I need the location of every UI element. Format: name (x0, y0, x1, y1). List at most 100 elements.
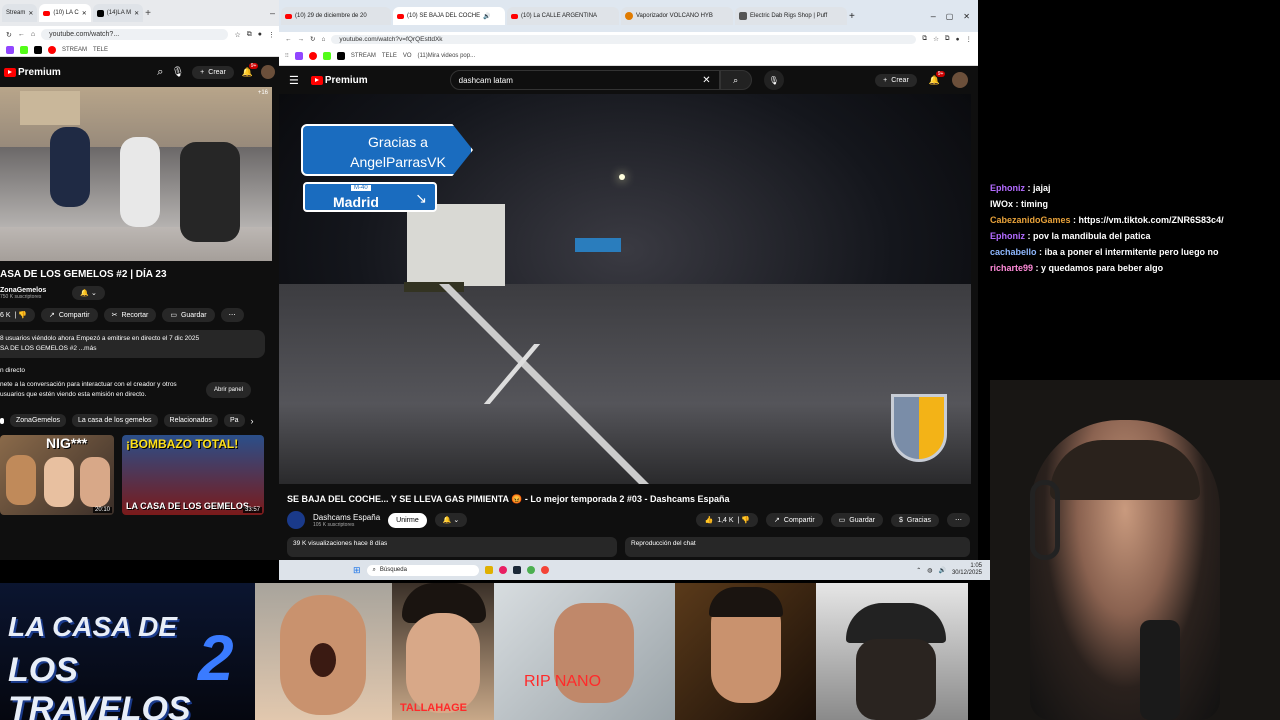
home-icon[interactable]: ⌂ (31, 31, 35, 38)
back-icon[interactable]: ← (18, 31, 25, 38)
volume-icon[interactable]: 🔊 (938, 567, 945, 574)
save-button[interactable]: ▭ Guardar (830, 513, 883, 527)
new-tab-icon[interactable]: + (849, 11, 855, 22)
home-icon[interactable]: ⌂ (321, 36, 325, 43)
chip-relacionados[interactable]: Relacionados (163, 414, 218, 427)
hamburger-icon[interactable]: ☰ (289, 74, 299, 87)
extensions-icon[interactable]: ⧉ (247, 31, 252, 39)
youtube-icon[interactable] (48, 45, 56, 54)
right-tab-3[interactable]: Vaporizador VOLCANO HYB (621, 7, 733, 25)
minimize-icon[interactable]: – (270, 8, 279, 18)
taskbar-search[interactable]: ⌕ Búsqueda (366, 564, 479, 576)
reload-icon[interactable]: ↻ (6, 31, 12, 39)
description-more[interactable]: SA DE LOS GEMELOS #2 ...más (0, 344, 265, 354)
new-tab-icon[interactable]: + (145, 8, 151, 19)
view-count[interactable]: 39 K visualizaciones hace 8 días (287, 537, 617, 557)
menu-icon[interactable]: ⋮ (966, 35, 979, 43)
close-icon[interactable]: ✕ (134, 10, 139, 17)
description-box[interactable]: 8 usuarios viéndolo ahora Empezó a emiti… (0, 330, 265, 358)
chevron-right-icon[interactable]: › (251, 416, 254, 426)
chevron-up-icon[interactable]: ⌃ (916, 567, 921, 574)
bookmark-folder-vo[interactable]: VO (403, 53, 412, 59)
create-button[interactable]: + Crear (192, 65, 234, 79)
left-tab-1[interactable]: (10) LA C ✕ (39, 4, 91, 22)
related-thumb[interactable]: NIG*** 20:10 (0, 435, 114, 515)
clip-button[interactable]: ✂ Recortar (103, 308, 157, 322)
tiktok-icon[interactable] (34, 45, 42, 54)
chip-la-casa[interactable]: La casa de los gemelos (71, 414, 158, 427)
right-tab-0[interactable]: (10) 29 de diciembre de 20 (281, 7, 391, 25)
profile-icon[interactable]: ● (956, 36, 960, 43)
left-tab-2[interactable]: (14)LA M ✕ (92, 4, 144, 22)
twitch-icon[interactable] (294, 51, 303, 60)
like-button[interactable]: 6 K | 👎 (0, 308, 35, 322)
star-icon[interactable]: ☆ (234, 31, 240, 39)
menu-icon[interactable]: ⋮ (268, 31, 279, 39)
twitch-icon[interactable] (6, 45, 14, 54)
youtube-premium-logo[interactable]: Premium (4, 67, 61, 78)
chip-more[interactable]: Pa (223, 414, 245, 427)
share-button[interactable]: ↗ Compartir (41, 308, 98, 322)
join-button[interactable]: Unirme (388, 512, 427, 528)
subscribed-bell-button[interactable]: 🔔 ⌄ (72, 286, 105, 300)
network-icon[interactable]: ◍ (927, 567, 932, 574)
open-panel-button[interactable]: Abrir panel (206, 382, 252, 398)
mic-icon[interactable]: 🎙 (171, 67, 184, 78)
chip-all[interactable] (0, 417, 4, 424)
right-tab-2[interactable]: (10) La CALLE ARGENTINA (507, 7, 619, 25)
bookmark-folder-tele[interactable]: TELE (382, 53, 397, 59)
minimize-icon[interactable]: – (931, 11, 936, 21)
youtube-icon[interactable] (308, 51, 317, 60)
chip-zonagemelos[interactable]: ZonaGemelos (10, 414, 66, 427)
avatar[interactable] (952, 72, 968, 88)
channel-name[interactable]: Dashcams España (313, 513, 380, 522)
url-field[interactable]: youtube.com/watch?... (41, 29, 229, 40)
app-icon[interactable] (498, 566, 507, 574)
right-tab-1[interactable]: (10) SE BAJA DEL COCHE 🔊 (393, 7, 505, 25)
create-button[interactable]: + Crear (875, 73, 917, 87)
more-icon[interactable]: ⋯ (220, 308, 244, 322)
profile-icon[interactable]: ● (258, 31, 262, 38)
audio-icon[interactable]: 🔊 (483, 13, 490, 20)
close-icon[interactable]: ✕ (28, 10, 33, 17)
share-button[interactable]: ↗ Compartir (766, 513, 823, 527)
youtube-premium-logo[interactable]: Premium (310, 75, 368, 86)
forward-icon[interactable]: → (298, 36, 305, 43)
start-icon[interactable]: ⊞ (353, 565, 361, 576)
more-icon[interactable]: ⋯ (947, 513, 970, 527)
search-button[interactable]: ⌕ (719, 70, 752, 90)
close-icon[interactable]: ✕ (82, 10, 87, 17)
clear-icon[interactable]: ✕ (702, 75, 710, 86)
bell-icon[interactable]: 🔔 9+ (242, 62, 259, 78)
bookmark-folder-tele[interactable]: TELE (93, 47, 108, 53)
save-button[interactable]: ▭ Guardar (162, 308, 215, 322)
channel-avatar[interactable] (287, 511, 305, 529)
left-video-player[interactable]: +16 (0, 87, 272, 261)
extensions-icon[interactable]: ⧉ (945, 35, 950, 43)
reload-icon[interactable]: ↻ (310, 35, 315, 43)
kick-icon[interactable] (20, 45, 28, 54)
apps-icon[interactable]: ⁝⁝ (285, 52, 289, 59)
bookmark-folder-stream[interactable]: STREAM (351, 53, 376, 59)
app-icon[interactable] (540, 566, 549, 574)
bookmark-folder-stream[interactable]: STREAM (62, 47, 87, 53)
cast-icon[interactable]: ⧉ (922, 35, 927, 43)
search-icon[interactable]: ⌕ (157, 66, 163, 79)
chrome-icon[interactable] (526, 566, 535, 574)
kick-icon[interactable] (322, 51, 331, 60)
tiktok-icon[interactable] (336, 51, 345, 60)
steam-icon[interactable] (512, 566, 521, 574)
bell-icon[interactable]: 🔔 9+ (929, 70, 946, 86)
maximize-icon[interactable]: ▢ (946, 12, 954, 21)
back-icon[interactable]: ← (285, 36, 292, 43)
channel-name[interactable]: ZonaGemelos (0, 287, 46, 294)
mic-icon[interactable]: 🎙 (763, 70, 784, 90)
like-button[interactable]: 👍 1,4 K | 👎 (696, 513, 759, 527)
subscribed-bell-button[interactable]: 🔔 ⌄ (434, 513, 468, 527)
url-field[interactable]: youtube.com/watch?v=fQrQEsttdXk (331, 34, 917, 44)
right-tab-4[interactable]: Electric Dab Rigs Shop | Puff (735, 7, 847, 25)
clock[interactable]: 1:05 30/12/2025 (952, 563, 990, 577)
chat-replay-header[interactable]: Reproducción del chat (625, 537, 970, 557)
close-window-icon[interactable]: ✕ (963, 12, 978, 21)
folder-icon[interactable] (484, 566, 493, 574)
